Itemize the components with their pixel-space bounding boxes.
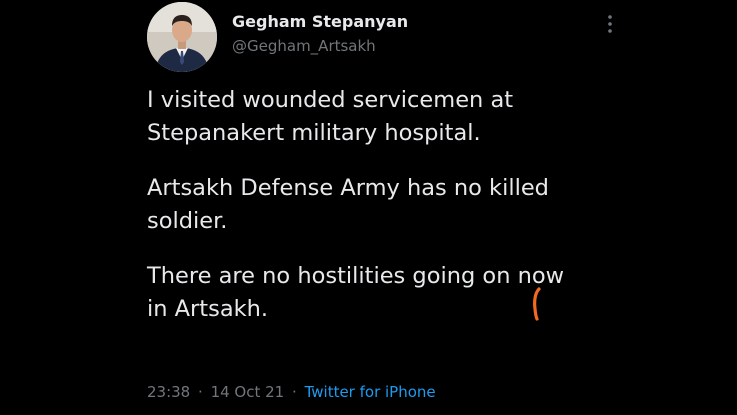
tweet-text: I visited wounded servicemen at Stepanak…	[147, 84, 707, 326]
avatar[interactable]	[147, 2, 217, 72]
tweet-line: There are no hostilities going on now	[147, 263, 565, 289]
author-handle[interactable]: @Gegham_Artsakh	[232, 36, 408, 56]
author-display-name[interactable]: Gegham Stepanyan	[232, 12, 408, 32]
tweet-line: Artsakh Defense Army has no killed	[147, 175, 549, 201]
tweet-line: soldier.	[147, 208, 228, 234]
profile-photo-icon	[147, 2, 217, 72]
tweet-line: Stepanakert military hospital.	[147, 120, 481, 146]
tweet-time[interactable]: 23:38	[147, 383, 190, 401]
meta-separator: ·	[292, 383, 297, 401]
tweet-line: in Artsakh.	[147, 296, 269, 322]
meta-separator: ·	[198, 383, 203, 401]
author-info: Gegham Stepanyan @Gegham_Artsakh	[232, 12, 408, 56]
tweet-paragraph: There are no hostilities going on now in…	[147, 260, 707, 326]
tweet-source-link[interactable]: Twitter for iPhone	[305, 383, 436, 401]
tweet-meta: 23:38 · 14 Oct 21 · Twitter for iPhone	[147, 382, 436, 402]
tweet-paragraph: I visited wounded servicemen at Stepanak…	[147, 84, 707, 150]
tweet-date[interactable]: 14 Oct 21	[211, 383, 285, 401]
tweet-line: I visited wounded servicemen at	[147, 87, 514, 113]
tweet-paragraph: Artsakh Defense Army has no killed soldi…	[147, 172, 707, 238]
more-options-icon[interactable]	[600, 12, 620, 36]
orange-annotation-mark	[533, 287, 541, 321]
